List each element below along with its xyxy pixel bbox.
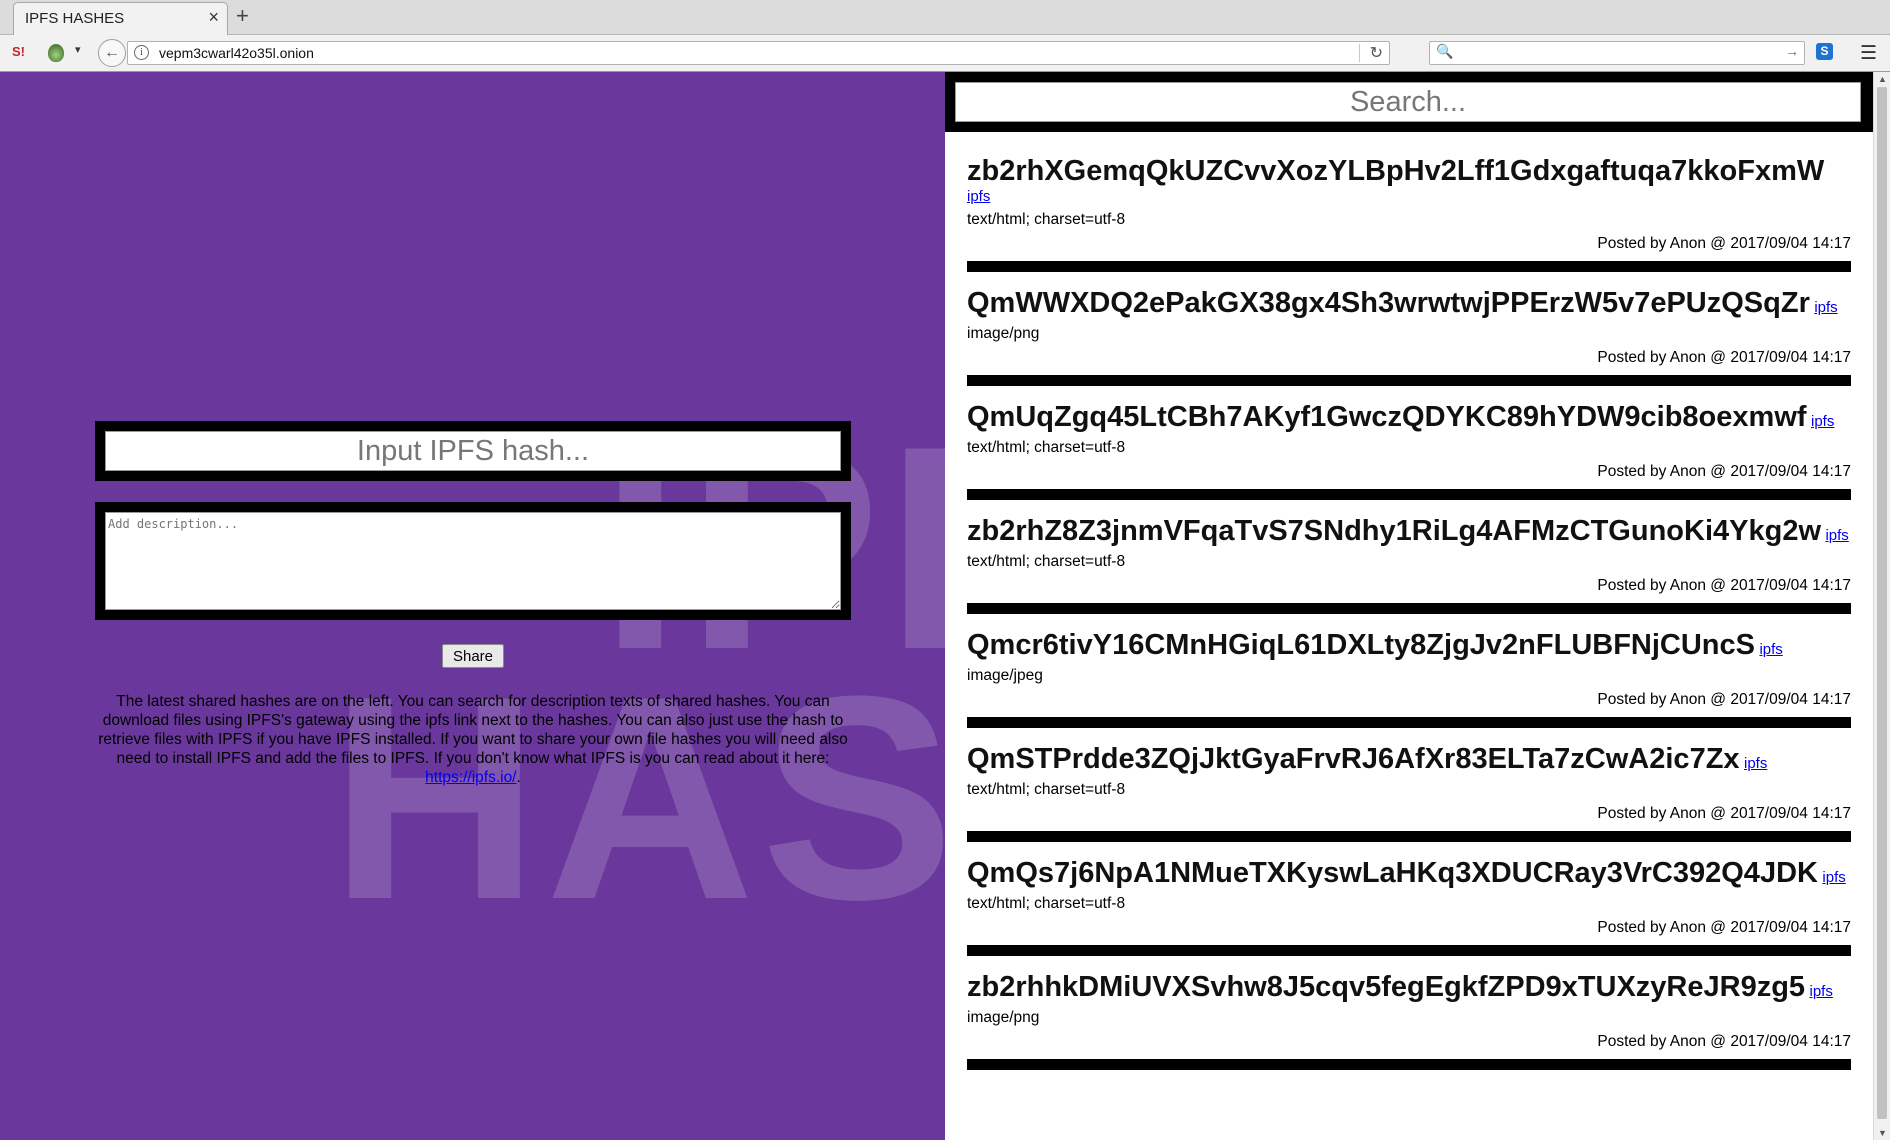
posted-by: Posted by Anon @ 2017/09/04 14:17 xyxy=(1597,919,1851,936)
hash-text: Qmcr6tivY16CMnHGiqL61DXLty8ZjgJv2nFLUBFN… xyxy=(967,629,1755,661)
mime-type: image/png xyxy=(967,1009,1040,1026)
scroll-up-arrow-icon[interactable]: ▲ xyxy=(1878,74,1887,84)
hash-list: zb2rhXGemqQkUZCvvXozYLBpHv2Lff1Gdxgaftuq… xyxy=(967,140,1851,1070)
posted-by: Posted by Anon @ 2017/09/04 14:17 xyxy=(1597,463,1851,480)
hash-line: zb2rhhkDMiUVXSvhw8J5cqv5fegEgkfZPD9xTUXz… xyxy=(967,970,1851,1004)
mime-type: text/html; charset=utf-8 xyxy=(967,895,1126,912)
hash-input[interactable] xyxy=(105,431,841,471)
posted-by: Posted by Anon @ 2017/09/04 14:17 xyxy=(1597,349,1851,366)
posted-by: Posted by Anon @ 2017/09/04 14:17 xyxy=(1597,235,1851,252)
post-separator xyxy=(967,831,1851,842)
search-go-icon[interactable]: → xyxy=(1785,43,1799,59)
description-textarea[interactable] xyxy=(105,512,841,610)
url-bar[interactable]: i vepm3cwarl42o35l.onion ↻ xyxy=(127,41,1390,65)
share-button[interactable]: Share xyxy=(442,644,504,668)
hash-line: QmWWXDQ2ePakGX38gx4Sh3wrwtwjPPErzW5v7ePU… xyxy=(967,286,1851,320)
hash-post: QmSTPrdde3ZQjJktGyaFrvRJ6AfXr83ELTa7zCwA… xyxy=(967,728,1851,842)
hash-line: Qmcr6tivY16CMnHGiqL61DXLty8ZjgJv2nFLUBFN… xyxy=(967,628,1851,662)
sync-icon[interactable]: S xyxy=(1816,43,1833,60)
back-button[interactable]: ← xyxy=(98,39,126,67)
right-panel: zb2rhXGemqQkUZCvvXozYLBpHv2Lff1Gdxgaftuq… xyxy=(945,72,1873,1140)
posted-by: Posted by Anon @ 2017/09/04 14:17 xyxy=(1597,805,1851,822)
hash-post: zb2rhZ8Z3jnmVFqaTvS7SNdhy1RiLg4AFMzCTGun… xyxy=(967,500,1851,614)
ipfs-link[interactable]: ipfs xyxy=(1744,755,1767,772)
vertical-scrollbar[interactable]: ▲ ▼ xyxy=(1873,72,1890,1140)
hash-line: QmUqZgq45LtCBh7AKyf1GwczQDYKC89hYDW9cib8… xyxy=(967,400,1851,434)
hash-line: QmQs7j6NpA1NMueTXKyswLaHKq3XDUCRay3VrC39… xyxy=(967,856,1851,890)
onion-icon[interactable] xyxy=(48,44,64,62)
left-panel: Share The latest shared hashes are on th… xyxy=(0,72,945,1140)
mime-type: image/jpeg xyxy=(967,667,1043,684)
search-frame xyxy=(945,72,1873,132)
tab-title: IPFS HASHES xyxy=(25,10,125,27)
hash-text: QmUqZgq45LtCBh7AKyf1GwczQDYKC89hYDW9cib8… xyxy=(967,401,1807,433)
search-input[interactable] xyxy=(955,82,1861,122)
info-text: The latest shared hashes are on the left… xyxy=(98,693,848,767)
onion-menu-arrow-icon[interactable]: ▾ xyxy=(75,43,81,56)
hash-post: Qmcr6tivY16CMnHGiqL61DXLty8ZjgJv2nFLUBFN… xyxy=(967,614,1851,728)
hash-text: QmWWXDQ2ePakGX38gx4Sh3wrwtwjPPErzW5v7ePU… xyxy=(967,287,1810,319)
mime-type: text/html; charset=utf-8 xyxy=(967,211,1126,228)
hash-line: zb2rhZ8Z3jnmVFqaTvS7SNdhy1RiLg4AFMzCTGun… xyxy=(967,514,1851,548)
hash-post: zb2rhXGemqQkUZCvvXozYLBpHv2Lff1Gdxgaftuq… xyxy=(967,140,1851,272)
hash-line: zb2rhXGemqQkUZCvvXozYLBpHv2Lff1Gdxgaftuq… xyxy=(967,154,1851,206)
hash-text: QmQs7j6NpA1NMueTXKyswLaHKq3XDUCRay3VrC39… xyxy=(967,857,1818,889)
post-separator xyxy=(967,945,1851,956)
ipfs-link[interactable]: ipfs xyxy=(967,188,990,205)
post-separator xyxy=(967,261,1851,272)
navigation-bar: S! ▾ ← i vepm3cwarl42o35l.onion ↻ 🔍 → S … xyxy=(0,35,1890,72)
post-separator xyxy=(967,489,1851,500)
hash-text: zb2rhhkDMiUVXSvhw8J5cqv5fegEgkfZPD9xTUXz… xyxy=(967,971,1806,1003)
ipfs-link[interactable]: ipfs xyxy=(1811,413,1834,430)
browser-search-bar[interactable]: 🔍 → xyxy=(1429,41,1805,65)
ipfs-link[interactable]: ipfs xyxy=(1759,641,1782,658)
info-end: . xyxy=(516,769,521,786)
hash-post: QmQs7j6NpA1NMueTXKyswLaHKq3XDUCRay3VrC39… xyxy=(967,842,1851,956)
tab-close-icon[interactable]: × xyxy=(208,7,219,28)
posted-by: Posted by Anon @ 2017/09/04 14:17 xyxy=(1597,691,1851,708)
mime-type: text/html; charset=utf-8 xyxy=(967,553,1126,570)
hash-line: QmSTPrdde3ZQjJktGyaFrvRJ6AfXr83ELTa7zCwA… xyxy=(967,742,1851,776)
ipfs-link[interactable]: ipfs xyxy=(1814,299,1837,316)
hash-post: QmWWXDQ2ePakGX38gx4Sh3wrwtwjPPErzW5v7ePU… xyxy=(967,272,1851,386)
hamburger-menu-icon[interactable]: ☰ xyxy=(1860,42,1877,65)
ipfs-link[interactable]: ipfs xyxy=(1810,983,1833,1000)
mime-type: image/png xyxy=(967,325,1040,342)
scroll-down-arrow-icon[interactable]: ▼ xyxy=(1878,1128,1887,1138)
hash-post: zb2rhhkDMiUVXSvhw8J5cqv5fegEgkfZPD9xTUXz… xyxy=(967,956,1851,1070)
tab-bar: IPFS HASHES × + xyxy=(0,0,1890,35)
reload-icon[interactable]: ↻ xyxy=(1370,43,1383,63)
ipfs-link[interactable]: ipfs xyxy=(1822,869,1845,886)
new-tab-icon[interactable]: + xyxy=(236,3,249,29)
mime-type: text/html; charset=utf-8 xyxy=(967,781,1126,798)
post-separator xyxy=(967,603,1851,614)
ipfs-io-link[interactable]: https://ipfs.io/ xyxy=(425,769,516,786)
description-frame xyxy=(95,502,851,620)
posted-by: Posted by Anon @ 2017/09/04 14:17 xyxy=(1597,1033,1851,1050)
hash-text: QmSTPrdde3ZQjJktGyaFrvRJ6AfXr83ELTa7zCwA… xyxy=(967,743,1740,775)
page-viewport: IPFS HASHES Share The latest shared hash… xyxy=(0,72,1890,1140)
search-icon: 🔍 xyxy=(1436,43,1454,59)
hash-text: zb2rhZ8Z3jnmVFqaTvS7SNdhy1RiLg4AFMzCTGun… xyxy=(967,515,1821,547)
info-paragraph: The latest shared hashes are on the left… xyxy=(95,692,851,787)
site-info-icon[interactable]: i xyxy=(134,45,149,60)
posted-by: Posted by Anon @ 2017/09/04 14:17 xyxy=(1597,577,1851,594)
extension-icon[interactable]: S! xyxy=(12,44,30,62)
hash-input-frame xyxy=(95,421,851,481)
tab-active[interactable]: IPFS HASHES × xyxy=(13,2,228,35)
hash-post: QmUqZgq45LtCBh7AKyf1GwczQDYKC89hYDW9cib8… xyxy=(967,386,1851,500)
mime-type: text/html; charset=utf-8 xyxy=(967,439,1126,456)
hash-text: zb2rhXGemqQkUZCvvXozYLBpHv2Lff1Gdxgaftuq… xyxy=(967,155,1825,187)
url-divider xyxy=(1359,44,1360,62)
post-separator xyxy=(967,1059,1851,1070)
ipfs-link[interactable]: ipfs xyxy=(1825,527,1848,544)
post-separator xyxy=(967,375,1851,386)
scrollbar-thumb[interactable] xyxy=(1877,87,1887,1119)
url-text[interactable]: vepm3cwarl42o35l.onion xyxy=(159,45,314,61)
post-separator xyxy=(967,717,1851,728)
